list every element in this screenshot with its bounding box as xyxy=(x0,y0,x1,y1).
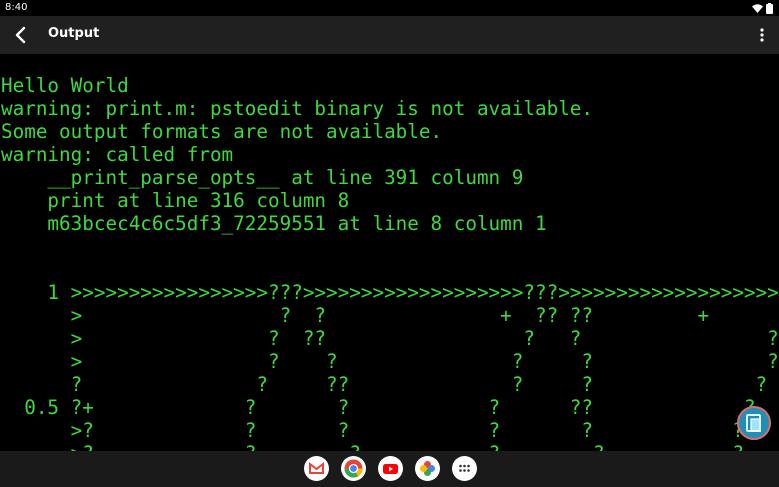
chrome-icon[interactable] xyxy=(341,456,366,481)
app-dock xyxy=(304,456,477,481)
arrow-back-icon[interactable] xyxy=(10,24,32,46)
youtube-icon[interactable] xyxy=(378,456,403,481)
status-icons xyxy=(752,1,773,15)
battery-icon xyxy=(766,2,773,14)
output-line: Hello World xyxy=(1,74,129,97)
edit-icon xyxy=(746,414,761,432)
navigation-bar xyxy=(0,451,779,487)
edit-fab-button[interactable] xyxy=(737,406,771,440)
output-line: Some output formats are not available. xyxy=(1,120,443,143)
output-line: ? ? ?? ? ? ? xyxy=(1,373,768,396)
output-line: > ? ?? ? ? ? xyxy=(1,327,779,350)
output-console[interactable]: Hello World warning: print.m: pstoedit b… xyxy=(0,54,779,451)
output-line: >? ? ? ? ? ? xyxy=(1,419,744,442)
app-bar: Output xyxy=(0,16,779,54)
more-vert-icon[interactable] xyxy=(755,24,769,46)
apps-grid-icon[interactable] xyxy=(452,456,477,481)
page-title: Output xyxy=(48,26,100,41)
output-line: warning: print.m: pstoedit binary is not… xyxy=(1,97,594,120)
gmail-icon[interactable] xyxy=(304,456,329,481)
output-line: __print_parse_opts__ at line 391 column … xyxy=(1,166,524,189)
status-bar: 8:40 xyxy=(0,0,779,16)
output-line: >? ? ? ? ? ? xyxy=(1,442,744,451)
output-line: print at line 316 column 8 xyxy=(1,189,350,212)
output-line: > ? ? + ?? ?? + ? xyxy=(1,304,779,327)
output-line: > ? ? ? ? ? xyxy=(1,350,779,373)
output-line: 1 >>>>>>>>>>>>>>>>>???>>>>>>>>>>>>>>>>>>… xyxy=(1,281,779,304)
output-line: m63bcec4c6c5df3_72259551 at line 8 colum… xyxy=(1,212,547,235)
output-line: warning: called from xyxy=(1,143,234,166)
output-text: Hello World warning: print.m: pstoedit b… xyxy=(1,74,779,451)
wifi-icon xyxy=(752,3,763,13)
status-time: 8:40 xyxy=(5,2,28,13)
photos-icon[interactable] xyxy=(415,456,440,481)
output-line: 0.5 ?+ ? ? ? ?? ? xyxy=(1,396,756,419)
